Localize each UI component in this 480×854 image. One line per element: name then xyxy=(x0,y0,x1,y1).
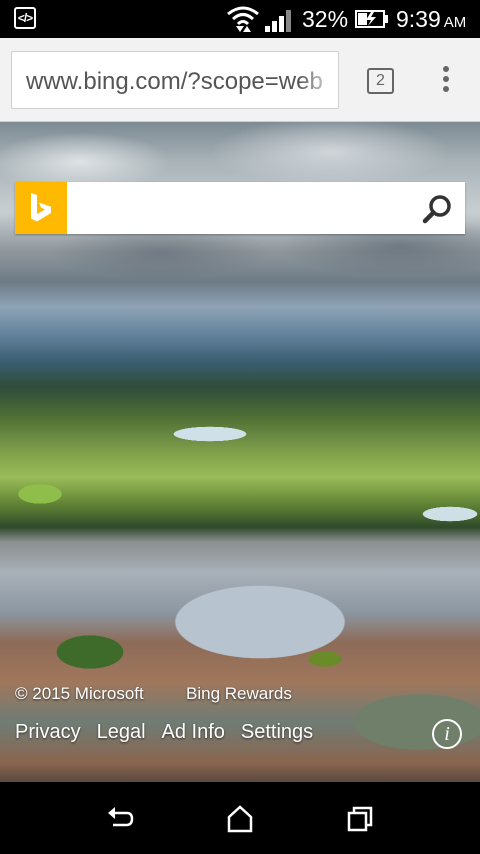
browser-toolbar: www.bing.com/?scope=web 2 xyxy=(0,38,480,122)
overflow-menu-icon[interactable] xyxy=(434,66,458,96)
developer-icon: </> xyxy=(14,7,36,29)
battery-percent: 32% xyxy=(302,6,349,32)
status-bar: </> 32% 9:39 AM xyxy=(0,0,480,38)
clock: 9:39 AM xyxy=(396,6,467,32)
signal-icon xyxy=(265,10,291,32)
search-bar xyxy=(15,182,465,236)
footer-links: Privacy Legal Ad Info Settings xyxy=(15,721,329,744)
ad-info-link[interactable]: Ad Info xyxy=(162,721,225,744)
wifi-icon xyxy=(227,6,259,32)
search-input[interactable] xyxy=(75,182,419,236)
search-icon[interactable] xyxy=(421,193,453,225)
bing-rewards-link[interactable]: Bing Rewards xyxy=(186,684,292,704)
back-icon[interactable] xyxy=(105,804,135,834)
url-bar[interactable]: www.bing.com/?scope=web xyxy=(11,51,339,109)
privacy-link[interactable]: Privacy xyxy=(15,721,81,744)
legal-link[interactable]: Legal xyxy=(97,721,146,744)
info-icon[interactable]: i xyxy=(432,719,462,749)
battery-charging-icon xyxy=(355,10,388,28)
navigation-bar xyxy=(0,782,480,854)
copyright-text: © 2015 Microsoft xyxy=(15,684,144,703)
tab-switcher-button[interactable]: 2 xyxy=(367,68,394,94)
settings-link[interactable]: Settings xyxy=(241,721,313,744)
bing-logo-icon[interactable] xyxy=(15,182,67,234)
home-icon[interactable] xyxy=(225,804,255,834)
url-text: www.bing.com/?scope=web xyxy=(26,68,323,95)
recent-apps-icon[interactable] xyxy=(345,804,375,834)
